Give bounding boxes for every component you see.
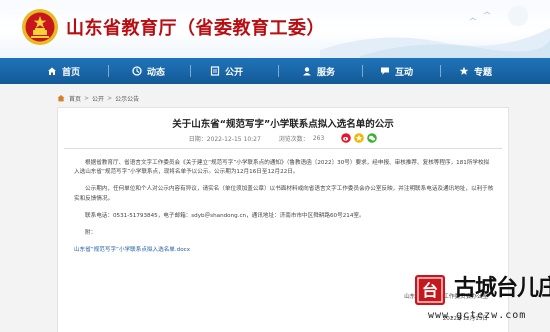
article-date: 日期：2022-12-15 10:27 [188, 135, 261, 143]
nav-item-interaction[interactable]: 互动 [380, 58, 413, 84]
attachment-link[interactable]: 山东省“规范写字”小学联系点拟入选名单.docx [74, 246, 494, 255]
nav-item-home[interactable]: 首页 [47, 58, 80, 84]
watermark: 台 古城台儿庄 www.gctezw.com [402, 268, 550, 330]
dynamics-icon [132, 66, 142, 76]
qzone-icon[interactable] [354, 133, 365, 143]
site-title[interactable]: 山东省教育厅（省委教育工委） [66, 14, 325, 40]
nav-item-service[interactable]: 服务 [302, 58, 335, 84]
views-label: 浏览次数： [278, 135, 309, 143]
nav-item-public[interactable]: 公开 [210, 58, 243, 84]
watermark-seal-char: 台 [422, 281, 438, 300]
site-header: 山东省教育厅（省委教育工委） [0, 0, 550, 58]
nav-item-label: 专题 [474, 67, 493, 78]
breadcrumb-separator: > [84, 94, 90, 102]
header-decoration [320, 6, 550, 58]
breadcrumb-item-public[interactable]: 公开 [92, 94, 104, 103]
breadcrumb-separator: > [107, 94, 113, 102]
article-meta: 日期：2022-12-15 10:27 浏览次数： 263 [58, 131, 508, 145]
weibo-icon[interactable] [341, 133, 352, 143]
wechat-icon[interactable] [367, 133, 378, 143]
topic-icon [459, 66, 469, 75]
main-nav: 首页 动态 公开 服务 互动 专题 [0, 58, 550, 84]
share-group [338, 133, 378, 143]
national-emblem-icon[interactable] [21, 8, 59, 46]
nav-item-topic[interactable]: 专题 [459, 58, 492, 84]
nav-separator [278, 65, 279, 77]
public-icon [210, 66, 220, 76]
nav-separator [108, 65, 109, 77]
article-paragraph: 公示期内，任何单位和个人对公示内容有异议，请实名（单位须加盖公章）以书面材料或向… [74, 186, 494, 202]
views-count: 263 [312, 134, 325, 142]
nav-separator [362, 65, 363, 77]
page: 山东省教育厅（省委教育工委） 首页 动态 公开 服务 互动 专题 首页 > 公开… [0, 0, 550, 332]
contact-info: 联系电话：0531-51793845，电子邮箱：sdyb＠shandong.cn… [85, 212, 365, 219]
watermark-seal-icon: 台 [415, 275, 445, 305]
title-divider [64, 148, 502, 149]
nav-item-label: 互动 [395, 67, 414, 78]
nav-separator [440, 65, 441, 77]
article-paragraph: 根据省教育厅、省语言文字工作委员会《关于建立“规范写字”小学联系点的通知》（鲁教… [74, 160, 490, 176]
article-body: 根据省教育厅、省语言文字工作委员会《关于建立“规范写字”小学联系点的通知》（鲁教… [74, 159, 494, 255]
breadcrumb-item-home[interactable]: 首页 [69, 94, 81, 103]
nav-item-label: 首页 [62, 67, 81, 78]
nav-item-label: 服务 [317, 67, 336, 78]
interaction-icon [381, 67, 389, 75]
article-title: 关于山东省“规范写字”小学联系点拟入选名单的公示 [172, 119, 394, 130]
watermark-text: 古城台儿庄 [454, 276, 550, 301]
nav-item-label: 公开 [225, 67, 244, 78]
nav-separator [190, 65, 191, 77]
home-icon [57, 95, 65, 102]
service-icon [303, 67, 311, 76]
home-icon [48, 67, 56, 75]
nav-item-dynamics[interactable]: 动态 [132, 58, 165, 84]
watermark-url: www.gctezw.com [428, 310, 527, 321]
nav-item-label: 动态 [147, 67, 166, 78]
breadcrumb-item-notices[interactable]: 公示公告 [115, 94, 139, 103]
attachment-label: 附： [85, 230, 97, 237]
breadcrumb: 首页 > 公开 > 公示公告 [57, 91, 139, 105]
